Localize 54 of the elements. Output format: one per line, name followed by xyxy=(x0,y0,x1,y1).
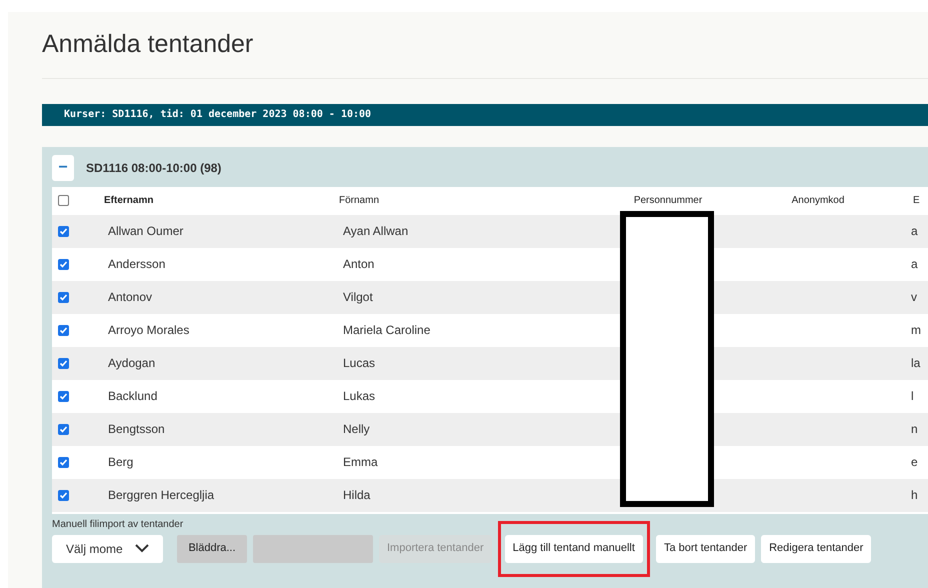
table-cell: Arroyo Morales xyxy=(108,323,190,337)
table-cell: Berggren Hercegljia xyxy=(108,488,214,502)
table-cell: Bengtsson xyxy=(108,422,165,436)
checkbox[interactable] xyxy=(58,424,69,434)
table-cell: Vilgot xyxy=(343,290,373,304)
table-cell: e xyxy=(911,455,918,469)
table-cell: Mariela Caroline xyxy=(343,323,430,337)
table-cell: Nelly xyxy=(343,422,370,436)
checkbox[interactable] xyxy=(58,292,69,302)
course-info: Kurser: SD1116, tid: 01 december 2023 08:00 - 10:00 xyxy=(64,108,372,122)
checkbox[interactable] xyxy=(58,490,69,500)
table-cell: h xyxy=(911,488,918,502)
column-header[interactable]: Anonymkod xyxy=(792,195,844,206)
checkbox[interactable] xyxy=(58,456,69,468)
table-cell: a xyxy=(911,257,918,271)
import-label: Manuell filimport av tentander xyxy=(52,518,184,532)
table-cell: Aydogan xyxy=(108,356,156,370)
collapse-button[interactable]: − xyxy=(52,154,74,180)
table-cell: Backlund xyxy=(108,389,158,403)
table-cell: v xyxy=(911,290,917,304)
table-cell: Berg xyxy=(108,455,134,469)
file-name-field[interactable] xyxy=(253,534,373,562)
checkbox[interactable] xyxy=(58,226,69,236)
table-cell: Lukas xyxy=(343,389,376,403)
table-cell: Anton xyxy=(343,257,374,271)
column-header[interactable]: Efternamn xyxy=(104,195,154,206)
checkbox[interactable] xyxy=(58,390,69,402)
moment-select[interactable]: Välj mome xyxy=(52,534,163,562)
table-cell: m xyxy=(911,323,921,337)
table-cell: la xyxy=(911,356,920,370)
checkbox[interactable] xyxy=(58,324,69,336)
table-cell: a xyxy=(911,224,918,238)
column-header[interactable]: Personnummer xyxy=(634,195,702,206)
table-cell: Allwan Oumer xyxy=(108,224,184,238)
checkbox[interactable] xyxy=(58,195,69,206)
column-header[interactable]: E xyxy=(913,195,920,206)
chevron-down-icon xyxy=(135,544,149,553)
page-title: Anmälda tentander xyxy=(42,29,254,60)
checkbox[interactable] xyxy=(58,258,69,270)
table-cell: n xyxy=(911,422,918,436)
table-cell: Antonov xyxy=(108,290,152,304)
table-cell: Lucas xyxy=(343,356,376,370)
table-cell: Hilda xyxy=(343,488,370,502)
checkbox[interactable] xyxy=(58,358,69,368)
table-cell: Ayan Allwan xyxy=(343,224,408,238)
table-cell: Andersson xyxy=(108,257,166,271)
action-button[interactable]: Lägg till tentand manuellt xyxy=(504,534,643,562)
group-title: SD1116 08:00-10:00 (98) xyxy=(86,160,222,176)
browse-button[interactable]: Bläddra... xyxy=(177,534,247,562)
action-button[interactable]: Ta bort tentander xyxy=(656,534,756,562)
action-button[interactable]: Redigera tentander xyxy=(761,534,872,562)
table-cell: Emma xyxy=(343,455,378,469)
column-header[interactable]: Förnamn xyxy=(339,195,380,206)
table-cell: l xyxy=(911,389,914,403)
